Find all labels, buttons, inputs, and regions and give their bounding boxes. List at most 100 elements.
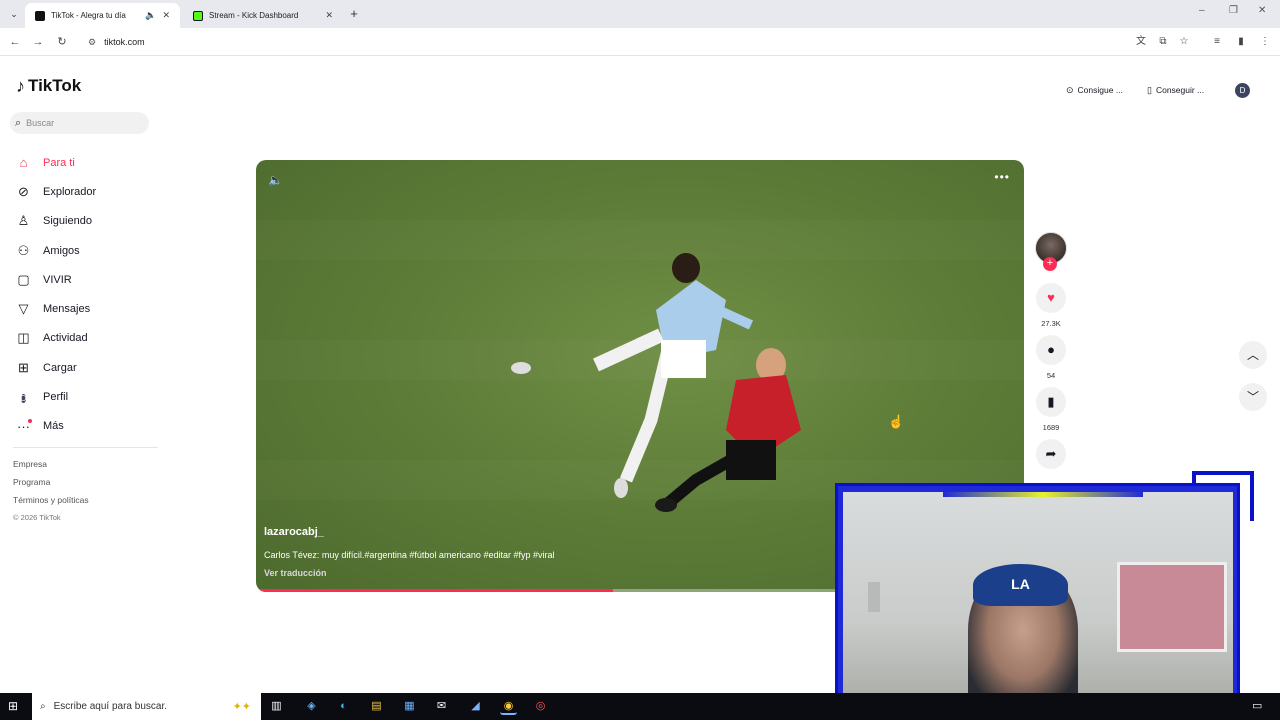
comment-count: 54 (1046, 371, 1056, 380)
tab-title: Stream - Kick Dashboard (209, 11, 299, 20)
home-icon: ⌂ (19, 155, 28, 171)
edge-icon[interactable]: ◐ (335, 698, 352, 715)
maximize-icon[interactable]: ❐ (1229, 5, 1238, 16)
search-placeholder: Buscar (26, 118, 55, 128)
previous-video-button[interactable]: ︿ (1239, 341, 1267, 369)
video-progress-fill (256, 589, 614, 592)
see-translation-link[interactable]: Ver traducción (264, 568, 327, 578)
compass-icon: ⊘ (18, 183, 29, 199)
reading-list-icon[interactable]: ≡ (1210, 35, 1224, 49)
file-explorer-icon[interactable]: ▤ (368, 698, 385, 715)
sidebar-item-label: Siguiendo (43, 215, 92, 228)
sidebar-item-label: Perfil (43, 391, 69, 404)
sidebar-item-siguiendo[interactable]: ♙ Siguiendo (16, 207, 156, 236)
taskbar-search-placeholder: Escribe aquí para buscar. (53, 701, 168, 712)
tiktok-logo[interactable]: ♪ TikTok (16, 76, 81, 96)
browser-menu-icon[interactable]: ⋮ (1258, 35, 1272, 49)
back-icon[interactable]: ← (7, 34, 23, 50)
sidebar-item-vivir[interactable]: ▢ VIVIR (16, 265, 156, 294)
bookmark-star-icon[interactable]: ☆ (1177, 35, 1191, 49)
site-info-icon[interactable]: ⚙ (88, 37, 96, 48)
volume-icon[interactable]: 🔈 (268, 173, 283, 187)
copilot-icon[interactable]: ◈ (303, 698, 320, 715)
close-window-icon[interactable]: ✕ (1258, 5, 1266, 16)
extension-icon[interactable]: ▮ (1234, 35, 1248, 49)
webcam-overlay: LA (835, 483, 1240, 713)
mail-icon[interactable]: ✉ (433, 698, 450, 715)
background-window (1117, 562, 1227, 652)
sidebar-item-explorador[interactable]: ⊘ Explorador (16, 177, 156, 206)
save-button[interactable]: ▮ (1036, 387, 1066, 417)
app-icon[interactable]: ◢ (467, 698, 484, 715)
sidebar-footer: Empresa Programa Términos y políticas © … (13, 458, 89, 526)
tab-search-chevron-icon[interactable]: ⌄ (6, 6, 22, 22)
search-input[interactable]: ⌕ Buscar (10, 112, 149, 134)
get-app-button[interactable]: ▯ Conseguir ... (1147, 82, 1204, 98)
sidebar-item-para-ti[interactable]: ⌂ Para ti (16, 148, 156, 177)
sidebar-item-label: Explorador (43, 185, 97, 198)
sidebar-item-label: Cargar (43, 361, 77, 374)
footer-link-empresa[interactable]: Empresa (13, 458, 89, 476)
heart-icon: ♥ (1047, 290, 1055, 305)
tab-close-icon[interactable]: ✕ (162, 10, 170, 21)
browser-tab-tiktok[interactable]: TikTok - Alegra tu día 🔈 ✕ (25, 3, 180, 28)
address-bar[interactable]: ⚙ tiktok.com (80, 32, 1160, 52)
profile-avatar[interactable]: D (1235, 83, 1250, 98)
task-view-icon[interactable]: ▥ (268, 698, 285, 715)
like-count: 27.3K (1041, 319, 1061, 328)
header-action-label: Conseguir ... (1155, 85, 1205, 95)
webcam-feed: LA (843, 492, 1233, 706)
search-icon: ⌕ (40, 701, 46, 712)
copilot-sparkle-icon: ✦✦ (232, 701, 251, 713)
translate-icon[interactable]: 文 (1134, 35, 1148, 49)
windows-taskbar: ⊞ ⌕ Escribe aquí para buscar. ✦✦ ▥ ◈ ◐ ▤… (0, 693, 1280, 720)
minimize-icon[interactable]: – (1199, 5, 1205, 16)
sidebar-item-actividad[interactable]: ◫ Actividad (16, 324, 156, 353)
like-button[interactable]: ♥ (1036, 283, 1066, 313)
obs-icon[interactable]: ◎ (532, 698, 549, 715)
tab-audio-icon[interactable]: 🔈 (145, 10, 156, 21)
taskbar-search-input[interactable]: ⌕ Escribe aquí para buscar. ✦✦ (32, 693, 261, 720)
tiktok-favicon-icon (35, 10, 45, 21)
notification-dot (28, 418, 32, 423)
chevron-down-icon: ﹀ (1246, 390, 1259, 404)
logo-text: TikTok (28, 76, 82, 95)
sidebar-item-label: Para ti (43, 156, 75, 169)
chevron-up-icon: ︿ (1246, 348, 1259, 362)
footer-link-terminos[interactable]: Términos y políticas (13, 494, 89, 512)
chrome-icon[interactable]: ◉ (500, 698, 517, 715)
install-app-icon[interactable]: ⧉ (1156, 35, 1170, 49)
next-video-button[interactable]: ﹀ (1239, 383, 1267, 411)
tab-close-icon[interactable]: ✕ (325, 10, 333, 21)
browser-tab-kick[interactable]: Stream - Kick Dashboard ✕ (183, 3, 343, 28)
comment-icon: ● (1047, 342, 1055, 357)
notification-center-icon[interactable]: ▭ (1252, 699, 1262, 712)
sidebar-item-amigos[interactable]: ⚇ Amigos (16, 236, 156, 265)
new-tab-button[interactable]: + (346, 6, 362, 22)
copyright: © 2026 TikTok (13, 513, 61, 522)
share-button[interactable]: ➦ (1036, 439, 1066, 469)
video-author[interactable]: lazarocabj_ (264, 526, 324, 538)
activity-icon: ◫ (17, 330, 30, 346)
microsoft-store-icon[interactable]: ▦ (401, 698, 418, 715)
background-door (868, 582, 880, 612)
sidebar-item-label: Mensajes (43, 303, 91, 316)
sidebar-item-perfil[interactable]: D Perfil (16, 382, 156, 411)
comment-button[interactable]: ● (1036, 335, 1066, 365)
kick-favicon-icon (193, 10, 203, 21)
save-count: 1689 (1042, 423, 1060, 432)
footer-link-programa[interactable]: Programa (13, 476, 89, 494)
follow-plus-icon[interactable]: + (1043, 257, 1057, 271)
sidebar-item-mas[interactable]: ··· Más (16, 412, 156, 441)
sidebar-item-label: Actividad (43, 332, 88, 345)
get-coins-button[interactable]: ⊙ Consigue ... (1066, 82, 1123, 98)
video-more-icon[interactable]: ••• (994, 170, 1010, 184)
tiktok-note-icon: ♪ (16, 76, 25, 96)
sidebar-item-cargar[interactable]: ⊞ Cargar (16, 353, 156, 382)
video-caption: Carlos Tévez: muy difícil.#argentina #fú… (264, 550, 555, 560)
reload-icon[interactable]: ↻ (54, 34, 70, 50)
friends-icon: ⚇ (17, 242, 30, 258)
windows-start-icon[interactable]: ⊞ (8, 699, 18, 713)
forward-icon[interactable]: → (30, 34, 46, 50)
sidebar-item-mensajes[interactable]: ▽ Mensajes (16, 294, 156, 323)
